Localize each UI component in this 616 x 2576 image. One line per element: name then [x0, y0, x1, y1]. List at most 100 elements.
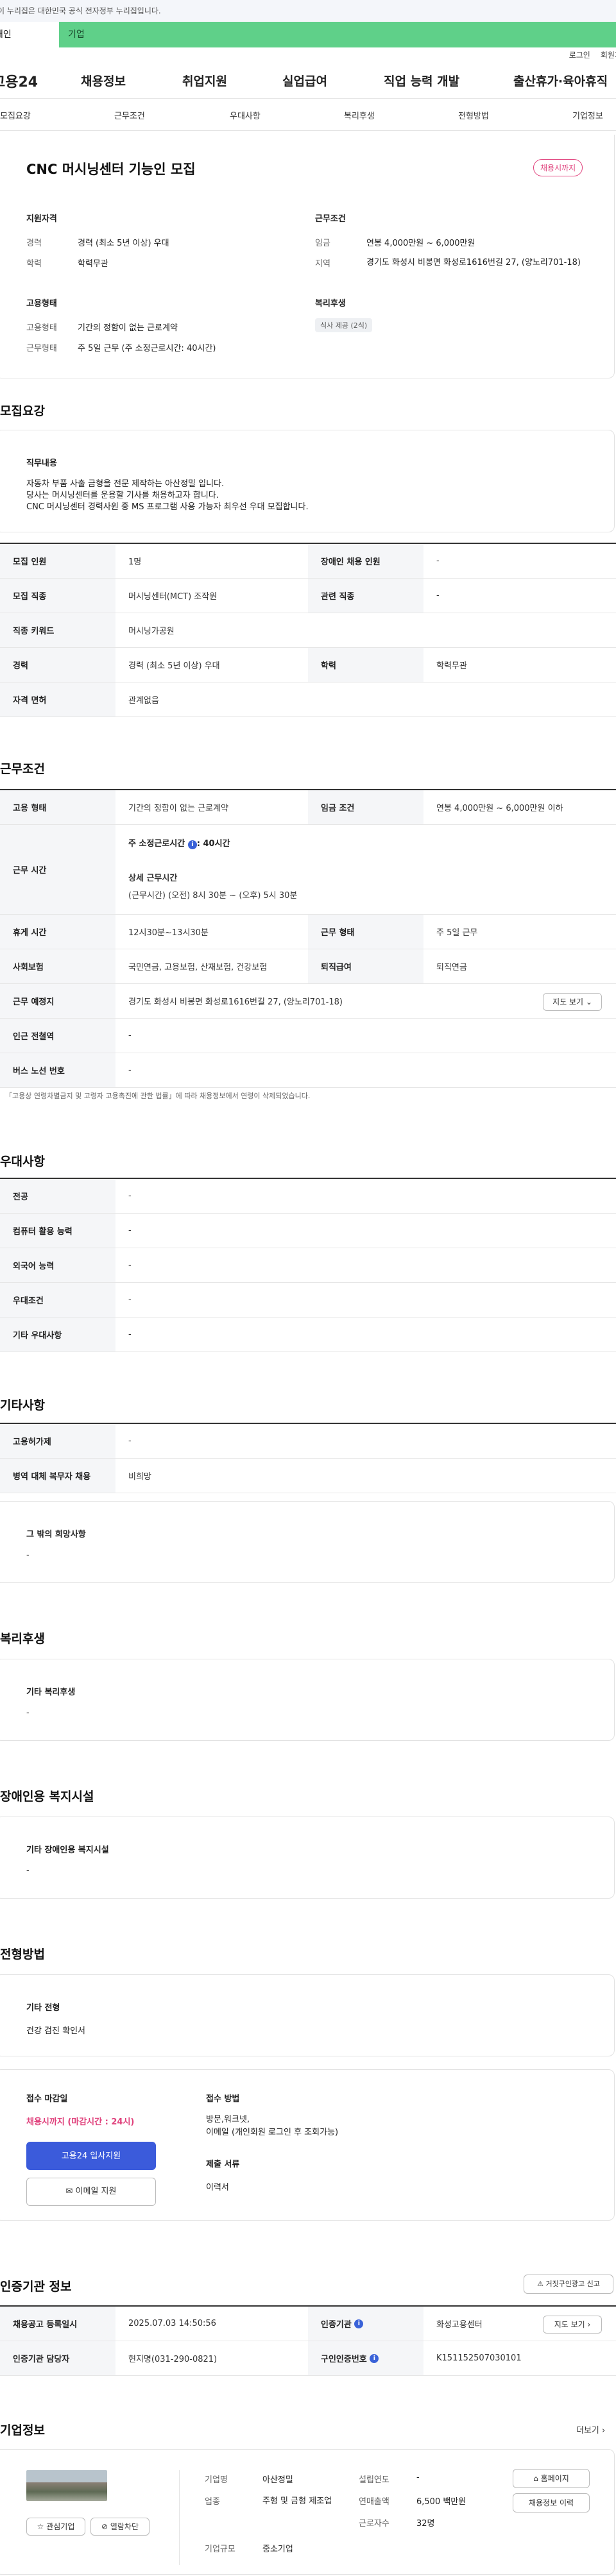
table-row: 버스 노선 번호 -	[0, 1053, 616, 1088]
docs-title: 제출 서류	[206, 2160, 240, 2169]
info-icon[interactable]: i	[370, 2353, 379, 2363]
favorite-label: 관심기업	[46, 2522, 75, 2531]
section-company-title: 기업정보	[0, 2423, 45, 2437]
hours-detail-title: 상세 근무시간	[128, 874, 178, 883]
table-row: 병역 대체 복무자 채용 비희망	[0, 1459, 616, 1493]
disabled-card-title: 기타 장애인용 복지시설	[26, 1845, 109, 1855]
row-value: 경기도 화성시 비봉면 화성로1616번길 27, (양노리701-18)	[128, 997, 343, 1007]
table-row: 휴게 시간 12시30분~13시30분 근무 형태 주 5일 근무	[0, 915, 616, 949]
utility-links: 로그인 회원가입	[0, 47, 616, 63]
row-value: 2025.07.03 14:50:56	[128, 2319, 216, 2328]
logo[interactable]: 고용24	[0, 71, 73, 91]
gnb-item-leave[interactable]: 출산휴가·육아휴직	[513, 72, 608, 89]
table-row: 고용 형태 기간의 정함이 없는 근로계약 임금 조건 연봉 4,000만원 ~…	[0, 790, 616, 825]
row-value: -	[436, 556, 440, 566]
homepage-button[interactable]: ⌂ 홈페이지	[513, 2469, 590, 2488]
email-apply-button[interactable]: ✉ 이메일 지원	[26, 2178, 156, 2206]
welfare-card: 기타 복리후생 -	[0, 1659, 615, 1741]
worktype-label: 근무형태	[26, 344, 57, 353]
row-key: 자격 면허	[0, 682, 116, 716]
screening-card: 기타 전형 건강 검진 확인서	[0, 1974, 615, 2056]
anchor-screening[interactable]: 전형방법	[458, 109, 489, 121]
chevron-right-icon: ›	[587, 2320, 591, 2329]
row-value: -	[436, 591, 440, 600]
row-value: K151152507030101	[436, 2353, 522, 2363]
row-value: 현지명(031-290-0821)	[128, 2355, 218, 2364]
row-value: -	[128, 1260, 132, 1270]
anchor-work[interactable]: 근무조건	[114, 109, 145, 121]
job-history-button[interactable]: 채용정보 이력	[513, 2493, 590, 2512]
info-icon[interactable]: i	[187, 840, 197, 849]
info-icon[interactable]: i	[354, 2319, 364, 2328]
gnb-item-unemployment[interactable]: 실업급여	[282, 72, 327, 89]
row-key: 학력	[308, 648, 424, 682]
anchor-company[interactable]: 기업정보	[572, 109, 603, 121]
section-welfare-title: 복리후생	[0, 1632, 45, 1646]
row-key: 버스 노선 번호	[0, 1053, 116, 1087]
no-key-label: 구인인증번호	[321, 2355, 367, 2364]
tab-business[interactable]: 기업	[59, 22, 616, 47]
table-row: 기타 우대사항 -	[0, 1318, 616, 1352]
tab-individual[interactable]: 개인	[0, 22, 27, 47]
report-button[interactable]: ⚠ 거짓구인광고 신고	[524, 2275, 613, 2294]
gnb-item-training[interactable]: 직업 능력 개발	[384, 72, 459, 89]
row-key: 인증기관 i	[308, 2307, 424, 2341]
map-button-label: 지도 보기	[552, 997, 584, 1006]
row-value: 퇴직연금	[436, 963, 467, 972]
deadline-value: 채용시까지 (마감시간 : 24시)	[26, 2117, 135, 2127]
hours-week-value: : 40시간	[196, 839, 230, 849]
section-screening-title: 전형방법	[0, 1947, 45, 1962]
section-work-title: 근무조건	[0, 762, 45, 776]
table-row: 모집 인원 1명 장애인 채용 인원 -	[0, 544, 616, 579]
age-note: 「고용상 연령차별금지 및 고령자 고용촉진에 관한 법률」에 따라 채용정보에…	[5, 1092, 311, 1100]
row-value: 연봉 4,000만원 ~ 6,000만원 이하	[436, 804, 563, 813]
row-value: 머시닝가공원	[128, 627, 175, 636]
chevron-right-icon: ›	[602, 2426, 606, 2436]
map-button[interactable]: 지도 보기 ⌄	[543, 993, 602, 1011]
row-key: 인근 전철역	[0, 1019, 116, 1053]
mail-icon: ✉	[65, 2187, 73, 2196]
gnb-item-employment-support[interactable]: 취업지원	[182, 72, 227, 89]
section-etc-title: 기타사항	[0, 1398, 45, 1412]
row-key: 근무 예정지	[0, 984, 116, 1018]
block-button[interactable]: ⊘ 열람차단	[90, 2518, 150, 2536]
screening-card-title: 기타 전형	[26, 2003, 60, 2013]
docs-value: 이력서	[206, 2183, 229, 2192]
row-key: 경력	[0, 648, 116, 682]
edu-value: 학력무관	[78, 259, 108, 269]
home-icon: ⌂	[533, 2474, 538, 2483]
method-value-1: 방문,워크넷,	[206, 2115, 250, 2124]
star-icon: ☆	[37, 2522, 44, 2531]
join-link[interactable]: 회원가입	[601, 51, 616, 60]
disabled-card-value: -	[26, 1866, 30, 1876]
row-key: 휴게 시간	[0, 915, 116, 949]
gnb-item-jobs[interactable]: 채용정보	[81, 72, 126, 89]
table-row: 외국어 능력 -	[0, 1248, 616, 1283]
welfare-title: 복리후생	[315, 299, 346, 309]
wish-value: -	[26, 1550, 30, 1560]
table-row: 자격 면허 관계없음	[0, 682, 616, 717]
row-value: 국민연금, 고용보험, 산재보험, 건강보험	[128, 963, 268, 972]
favorite-button[interactable]: ☆ 관심기업	[26, 2518, 85, 2536]
career-label: 경력	[26, 239, 42, 248]
recruit-table: 모집 인원 1명 장애인 채용 인원 - 모집 직종 머시닝센터(MCT) 조작…	[0, 543, 616, 717]
company-emp-value: 32명	[416, 2519, 435, 2529]
login-link[interactable]: 로그인	[569, 51, 590, 60]
agency-map-button[interactable]: 지도 보기 ›	[543, 2316, 602, 2334]
company-scale-key: 기업규모	[205, 2545, 235, 2554]
welfare-chip: 식사 제공 (2식)	[315, 318, 373, 332]
row-value: 경력 (최소 5년 이상) 우대	[128, 661, 220, 671]
table-row: 채용공고 등록일시 2025.07.03 14:50:56 인증기관 i 화성고…	[0, 2307, 616, 2341]
homepage-label: 홈페이지	[540, 2474, 569, 2483]
anchor-pref[interactable]: 우대사항	[230, 109, 261, 121]
hours-week-label: 주 소정근로시간	[128, 839, 185, 849]
welfare-card-title: 기타 복리후생	[26, 1688, 76, 1697]
table-row: 직종 키워드 머시닝가공원	[0, 613, 616, 648]
company-more-link[interactable]: 더보기 ›	[576, 2423, 605, 2436]
method-title: 접수 방법	[206, 2094, 240, 2104]
apply-button[interactable]: 고용24 입사지원	[26, 2142, 156, 2170]
anchor-welfare[interactable]: 복리후생	[344, 109, 375, 121]
block-label: 열람차단	[110, 2522, 139, 2531]
anchor-recruit[interactable]: 모집요강	[0, 109, 31, 121]
company-year-value: -	[416, 2473, 420, 2482]
